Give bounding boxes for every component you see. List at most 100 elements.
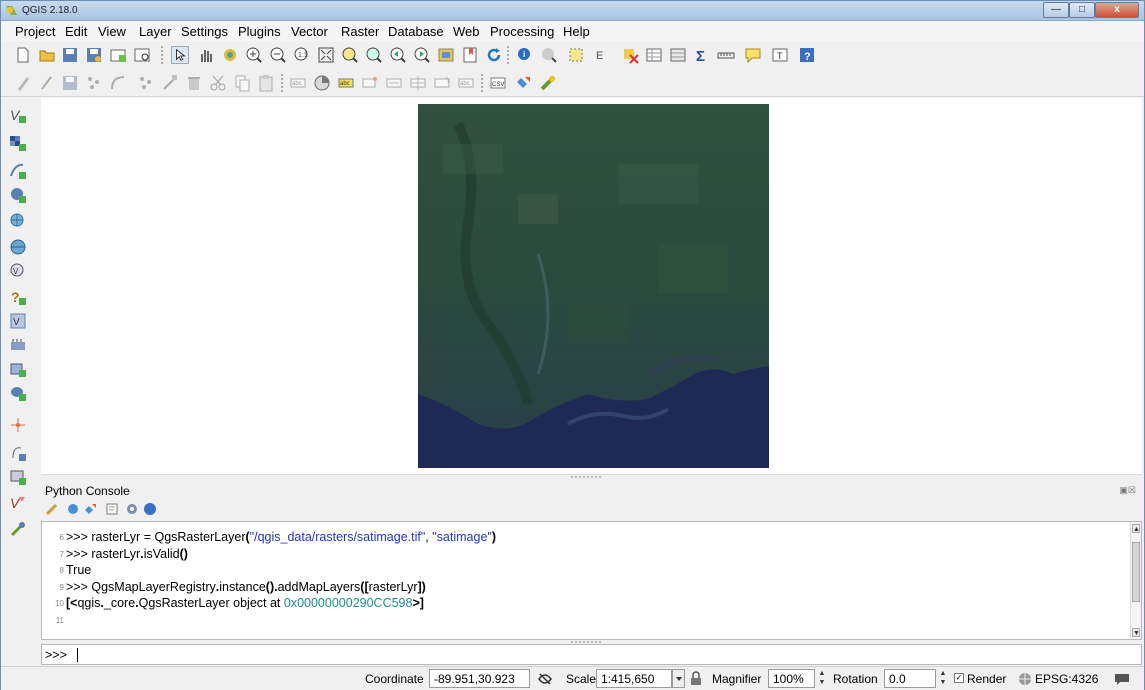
import-class-icon[interactable] xyxy=(67,502,81,516)
new-print-composer-icon[interactable] xyxy=(109,46,127,64)
feature-action-icon[interactable] xyxy=(540,46,558,64)
menu-project[interactable]: Project xyxy=(15,24,55,39)
new-shapefile-layer-icon[interactable] xyxy=(9,416,27,434)
console-help-icon[interactable] xyxy=(143,502,157,516)
map-canvas[interactable] xyxy=(41,98,1142,474)
add-vector-layer-icon[interactable]: V xyxy=(9,106,27,124)
menu-processing[interactable]: Processing xyxy=(490,24,554,39)
map-console-splitter[interactable] xyxy=(41,474,1142,480)
zoom-to-layer-icon[interactable] xyxy=(365,46,383,64)
identify-features-icon[interactable]: i xyxy=(516,46,534,64)
add-circular-string-icon[interactable] xyxy=(109,74,127,92)
zoom-to-selection-icon[interactable] xyxy=(341,46,359,64)
scroll-thumb[interactable] xyxy=(1132,542,1140,602)
deselect-features-icon[interactable] xyxy=(621,46,639,64)
console-settings-icon[interactable] xyxy=(125,502,139,516)
open-project-icon[interactable] xyxy=(38,46,56,64)
scale-dropdown-icon[interactable] xyxy=(672,669,685,688)
statistical-summary-icon[interactable]: Σ xyxy=(693,46,711,64)
add-mssql-layer-icon[interactable] xyxy=(9,336,27,354)
menu-plugins[interactable]: Plugins xyxy=(238,24,281,39)
close-button[interactable]: x xyxy=(1095,2,1139,18)
render-checkbox[interactable]: ✓ xyxy=(954,673,964,683)
zoom-in-icon[interactable] xyxy=(245,46,263,64)
new-bookmark-icon[interactable] xyxy=(461,46,479,64)
scroll-down-icon[interactable]: ▼ xyxy=(1132,628,1140,637)
add-wcs-layer-icon[interactable] xyxy=(9,238,27,256)
menu-view[interactable]: View xyxy=(98,24,126,39)
crs-globe-icon[interactable] xyxy=(1018,672,1032,686)
layer-labeling-options-icon[interactable]: abc xyxy=(289,74,307,92)
add-wfs-layer-icon[interactable]: V xyxy=(9,262,27,280)
rotate-label-icon[interactable] xyxy=(433,74,451,92)
add-postgis-layer-icon[interactable] xyxy=(9,186,27,204)
zoom-native-resolution-icon[interactable]: 1:1 xyxy=(293,46,311,64)
zoom-full-icon[interactable] xyxy=(317,46,335,64)
lock-scale-icon[interactable] xyxy=(690,671,702,686)
current-edits-icon[interactable] xyxy=(14,74,32,92)
new-temporary-scratch-layer-icon[interactable]: V xyxy=(9,494,27,512)
rotation-spin-icon[interactable]: ▲ ▼ xyxy=(938,669,948,688)
menu-layer[interactable]: Layer xyxy=(139,24,172,39)
pan-to-selection-icon[interactable] xyxy=(221,46,239,64)
measure-line-icon[interactable] xyxy=(717,46,735,64)
cut-features-icon[interactable] xyxy=(209,74,227,92)
pan-map-icon[interactable] xyxy=(197,46,215,64)
gps-tools-icon[interactable] xyxy=(9,520,27,538)
highlight-pinned-labels-icon[interactable]: abc xyxy=(337,74,355,92)
zoom-last-icon[interactable] xyxy=(389,46,407,64)
console-scrollbar[interactable]: ▲ ▼ xyxy=(1130,522,1141,639)
new-map-view-icon[interactable] xyxy=(437,46,455,64)
text-annotation-icon[interactable]: T xyxy=(771,46,789,64)
toggle-editing-icon[interactable] xyxy=(38,74,56,92)
menu-help[interactable]: Help xyxy=(563,24,590,39)
zoom-out-icon[interactable] xyxy=(269,46,287,64)
crs-label[interactable]: EPSG:4326 xyxy=(1035,672,1098,686)
select-features-icon[interactable] xyxy=(567,46,585,64)
magnifier-field[interactable]: 100% xyxy=(768,669,815,688)
show-hide-labels-icon[interactable] xyxy=(385,74,403,92)
new-spatialite-layer-icon[interactable] xyxy=(9,444,27,462)
coordinate-field[interactable]: -89.951,30.923 xyxy=(429,669,530,688)
menu-settings[interactable]: Settings xyxy=(181,24,228,39)
add-spatialite-layer-icon[interactable] xyxy=(9,162,27,180)
pin-labels-icon[interactable] xyxy=(361,74,379,92)
zoom-next-icon[interactable] xyxy=(413,46,431,64)
move-feature-icon[interactable] xyxy=(137,74,155,92)
menu-vector[interactable]: Vector xyxy=(291,24,328,39)
clear-console-icon[interactable] xyxy=(45,502,59,516)
run-command-icon[interactable] xyxy=(83,502,97,516)
menu-raster[interactable]: Raster xyxy=(341,24,379,39)
scroll-up-icon[interactable]: ▲ xyxy=(1132,524,1140,533)
messages-icon[interactable] xyxy=(1114,672,1130,686)
delete-selected-icon[interactable] xyxy=(185,74,203,92)
help-icon[interactable]: ? xyxy=(798,46,816,64)
satimage-raster-layer[interactable] xyxy=(418,104,769,468)
scale-field[interactable]: 1:415,650 xyxy=(596,669,672,688)
add-delimited-layer-icon[interactable]: ? xyxy=(9,288,27,306)
maximize-button[interactable]: □ xyxy=(1069,2,1095,18)
save-layer-edits-icon[interactable] xyxy=(61,74,79,92)
field-calculator-icon[interactable] xyxy=(669,46,687,64)
plugin-icon[interactable] xyxy=(539,74,557,92)
magnifier-spin-icon[interactable]: ▲ ▼ xyxy=(817,669,827,688)
add-oracle-layer-icon[interactable] xyxy=(9,360,27,378)
menu-database[interactable]: Database xyxy=(388,24,444,39)
panel-float-close-icon[interactable]: ▣☒ xyxy=(1119,485,1136,496)
rotation-field[interactable]: 0.0 xyxy=(884,669,936,688)
select-by-value-icon[interactable]: E xyxy=(594,46,612,64)
menu-web[interactable]: Web xyxy=(453,24,480,39)
add-feature-icon[interactable] xyxy=(85,74,103,92)
paste-features-icon[interactable] xyxy=(257,74,275,92)
add-raster-layer-icon[interactable] xyxy=(9,134,27,152)
new-geopackage-layer-icon[interactable] xyxy=(9,468,27,486)
extents-toggle-icon[interactable] xyxy=(537,671,553,687)
add-db2-layer-icon[interactable] xyxy=(9,384,27,402)
console-input-field[interactable]: >>> xyxy=(41,644,1142,665)
move-label-icon[interactable] xyxy=(409,74,427,92)
composer-manager-icon[interactable] xyxy=(133,46,151,64)
refresh-icon[interactable] xyxy=(485,46,503,64)
add-wms-layer-icon[interactable] xyxy=(9,212,27,230)
node-tool-icon[interactable] xyxy=(161,74,179,92)
menu-edit[interactable]: Edit xyxy=(65,24,87,39)
